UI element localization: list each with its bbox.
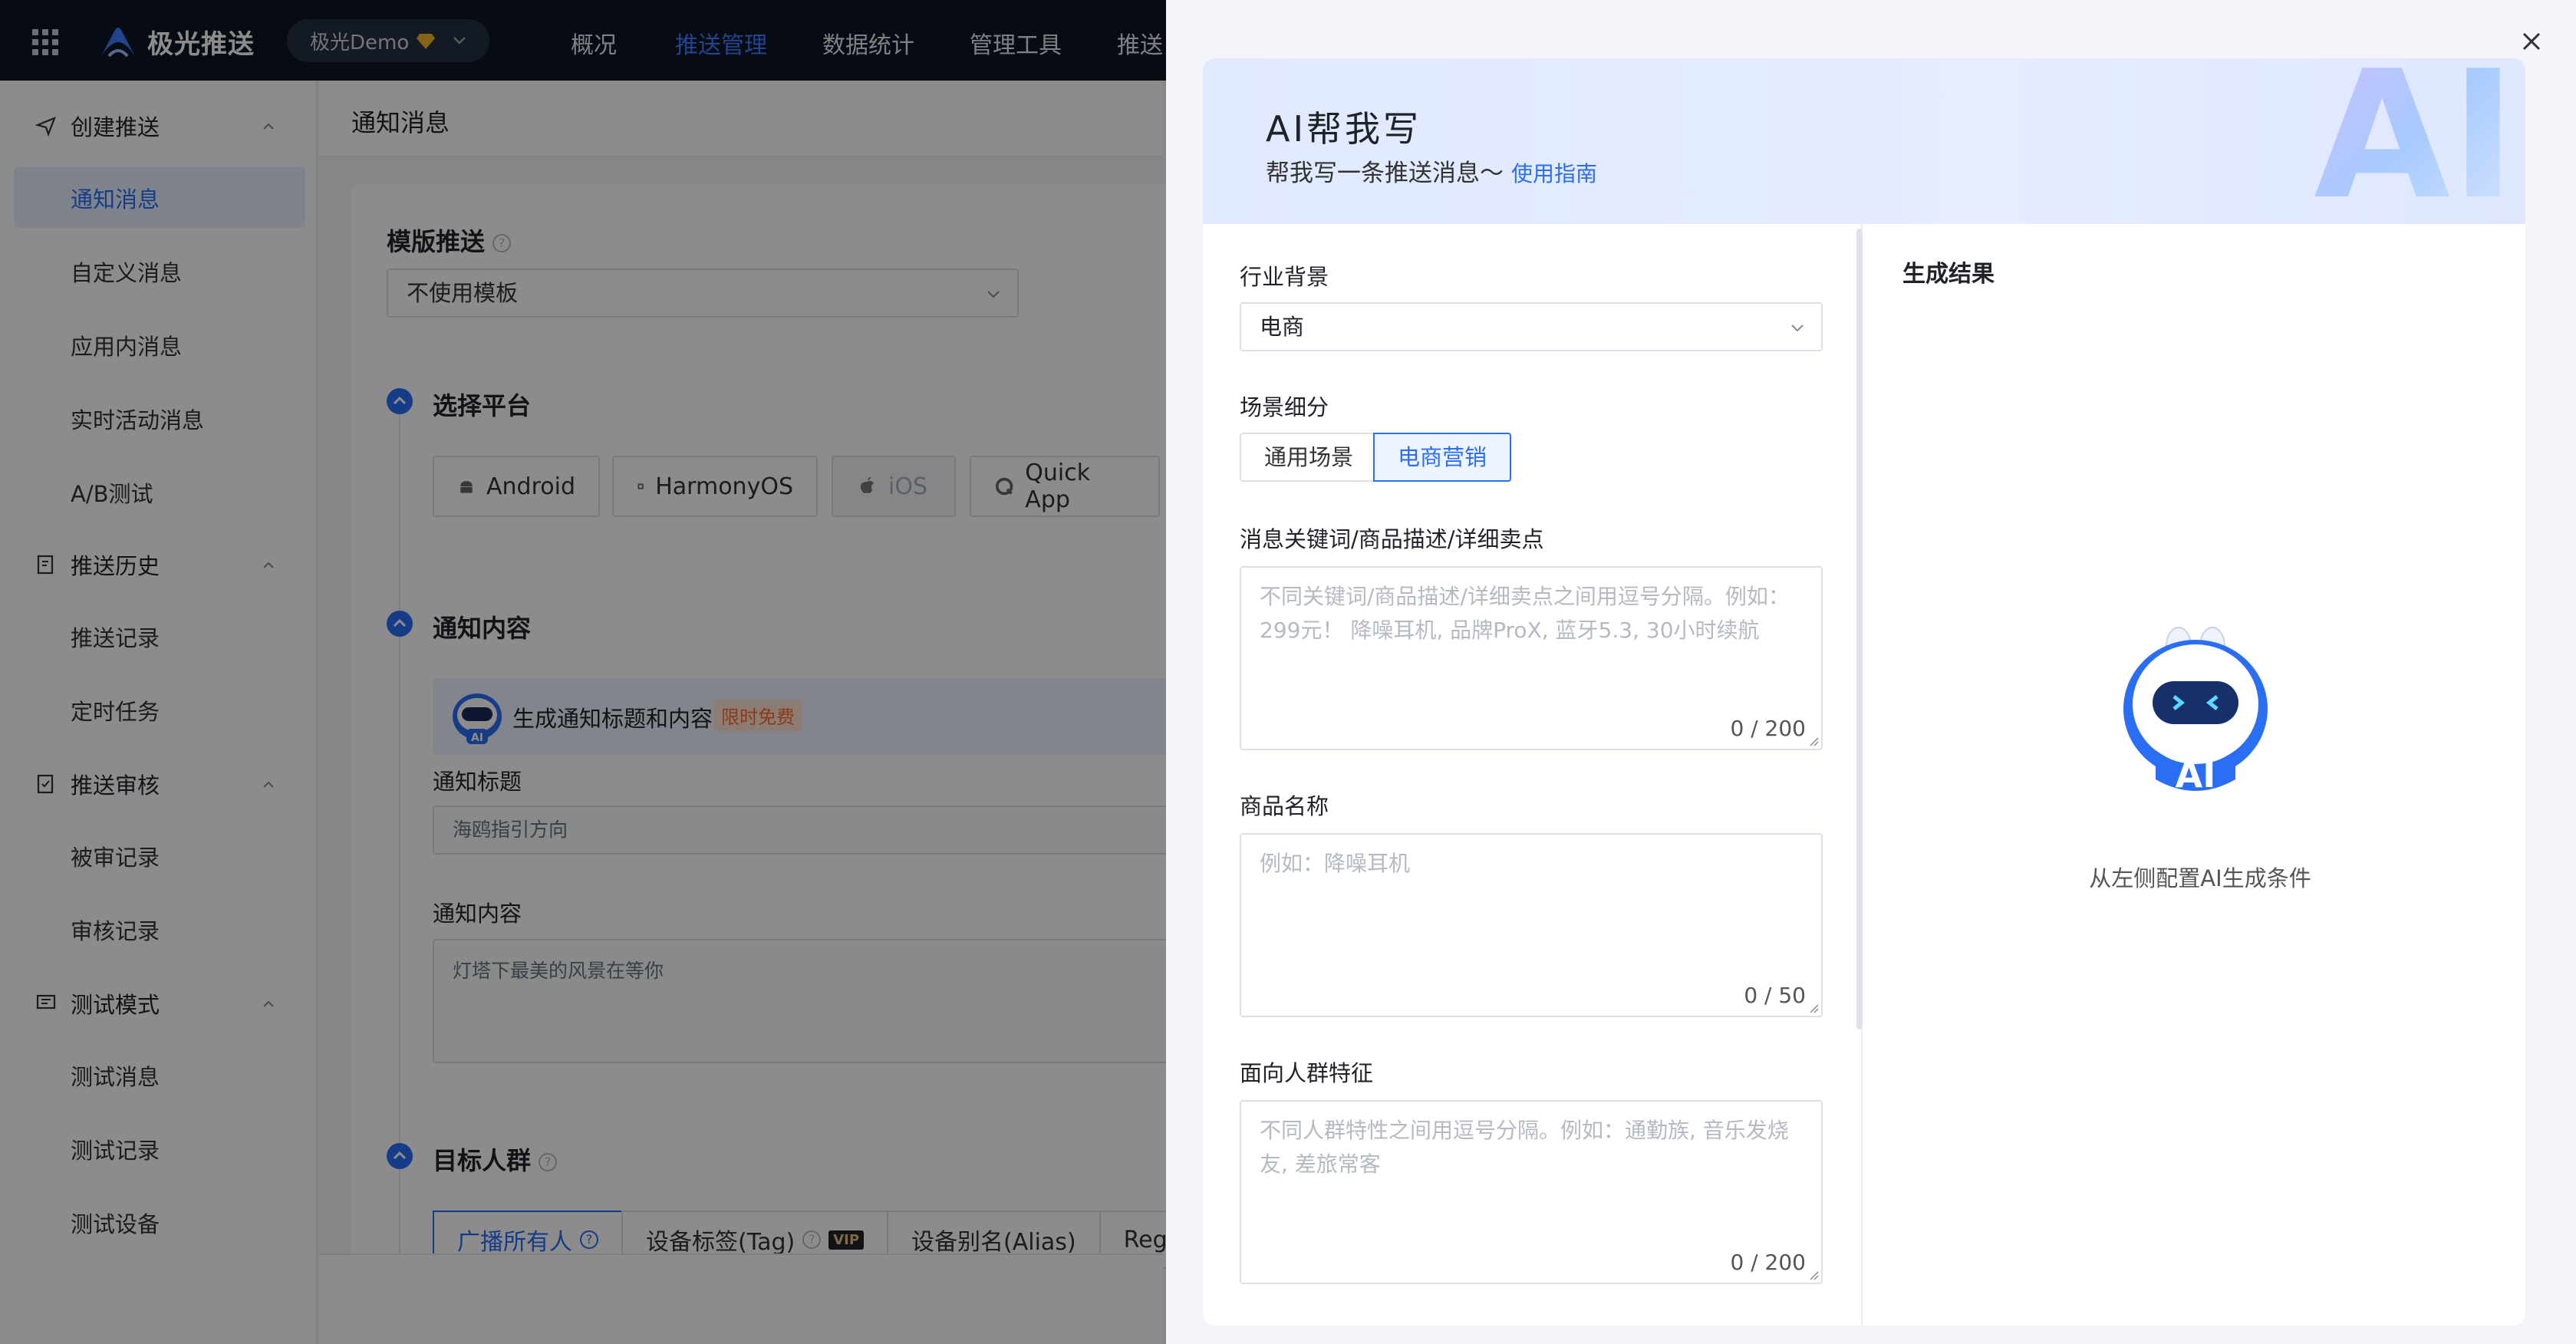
drawer-subtitle: 帮我写一条推送消息～ 使用指南	[1266, 160, 1598, 187]
resize-grip-icon[interactable]	[1809, 736, 1820, 747]
scene-ecommerce-button[interactable]: 电商营销	[1373, 433, 1512, 482]
ai-writer-drawer: AI帮我写 帮我写一条推送消息～ 使用指南 AI 行业背景 电商 场景细分 通用场…	[1166, 0, 2576, 1344]
keywords-textarea[interactable]: 不同关键词/商品描述/详细卖点之间用逗号分隔。例如：299元！ 降噪耳机, 品牌…	[1240, 566, 1823, 750]
product-placeholder: 例如：降噪耳机	[1260, 851, 1411, 876]
resize-grip-icon[interactable]	[1809, 1270, 1820, 1281]
product-char-count: 0 / 50	[1744, 983, 1806, 1008]
scene-label: 场景细分	[1240, 394, 1329, 420]
usage-guide-link[interactable]: 使用指南	[1511, 161, 1597, 186]
close-icon[interactable]	[2519, 29, 2544, 54]
empty-state-text: 从左侧配置AI生成条件	[2089, 865, 2311, 891]
keywords-label: 消息关键词/商品描述/详细卖点	[1240, 526, 1544, 552]
product-name-label: 商品名称	[1240, 793, 1329, 819]
modal-overlay[interactable]	[0, 0, 1166, 1344]
audience-traits-textarea[interactable]: 不同人群特性之间用逗号分隔。例如：通勤族, 音乐发烧友, 差旅常客 0 / 20…	[1240, 1100, 1823, 1284]
product-name-textarea[interactable]: 例如：降噪耳机 0 / 50	[1240, 833, 1823, 1017]
resize-grip-icon[interactable]	[1809, 1003, 1820, 1014]
left-column-scrollbar[interactable]	[1856, 229, 1863, 1029]
ai-writer-header: AI帮我写 帮我写一条推送消息～ 使用指南 AI	[1203, 58, 2525, 224]
svg-text:AI: AI	[2314, 58, 2516, 224]
chevron-down-icon	[1791, 324, 1804, 332]
audience-traits-label: 面向人群特征	[1240, 1060, 1374, 1086]
ai-writer-panel: AI帮我写 帮我写一条推送消息～ 使用指南 AI 行业背景 电商 场景细分 通用场…	[1203, 58, 2525, 1326]
industry-label: 行业背景	[1240, 264, 1329, 290]
audience-char-count: 0 / 200	[1730, 1250, 1807, 1275]
result-title: 生成结果	[1902, 261, 1995, 288]
industry-select[interactable]: 电商	[1240, 302, 1823, 351]
keywords-placeholder: 不同关键词/商品描述/详细卖点之间用逗号分隔。例如：299元！ 降噪耳机, 品牌…	[1260, 584, 1790, 643]
ai-robot-illustration: AI	[2123, 627, 2268, 796]
svg-text:AI: AI	[2176, 754, 2216, 796]
drawer-title: AI帮我写	[1266, 108, 1422, 150]
ai-3d-letters-icon: AI	[2314, 58, 2516, 224]
scene-general-button[interactable]: 通用场景	[1240, 433, 1379, 482]
audience-placeholder: 不同人群特性之间用逗号分隔。例如：通勤族, 音乐发烧友, 差旅常客	[1260, 1118, 1789, 1177]
keywords-char-count: 0 / 200	[1730, 716, 1807, 741]
